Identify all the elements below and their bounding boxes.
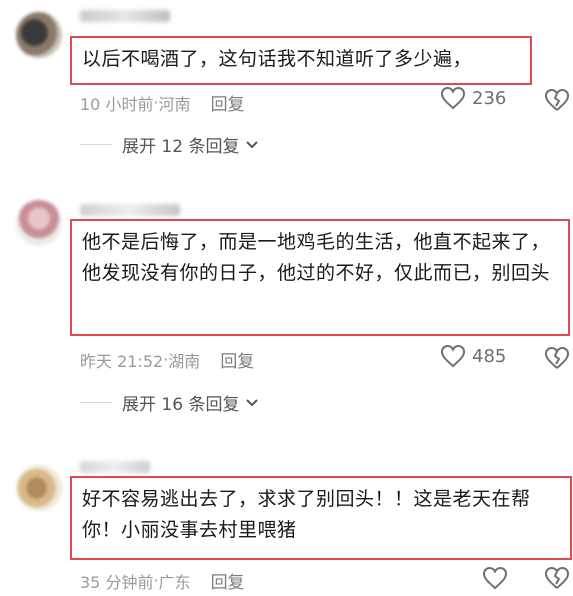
dislike-button[interactable] xyxy=(544,88,570,116)
comment-time: 昨天 21:52 xyxy=(80,351,164,371)
dislike-button[interactable] xyxy=(544,566,570,594)
like-button[interactable]: 236 xyxy=(440,86,506,110)
comment-time: 35 分钟前 xyxy=(80,572,154,592)
avatar[interactable] xyxy=(16,465,62,511)
like-button[interactable]: 485 xyxy=(440,344,506,368)
broken-heart-icon xyxy=(545,89,569,111)
like-button[interactable] xyxy=(482,566,508,590)
comment-location: 河南 xyxy=(158,94,191,114)
comment-meta: 10 小时前 · 河南 回复 xyxy=(80,90,245,115)
comment-text-content: 以后不喝酒了，这句话我不知道听了多少遍， xyxy=(82,48,473,70)
expand-replies-button[interactable]: 展开 12 条回复 xyxy=(80,132,259,157)
divider-line xyxy=(80,144,112,145)
dislike-button[interactable] xyxy=(544,346,570,374)
heart-outline-icon xyxy=(482,566,508,590)
comment-text: 以后不喝酒了，这句话我不知道听了多少遍， xyxy=(70,36,532,85)
comment-text: 好不容易逃出去了，求求了别回头！！这是老天在帮你！小丽没事去村里喂猪 xyxy=(70,476,572,560)
reply-button[interactable]: 回复 xyxy=(211,568,245,593)
avatar[interactable] xyxy=(16,12,62,58)
chevron-down-icon xyxy=(246,140,259,148)
expand-replies-label: 展开 16 条回复 xyxy=(122,395,240,415)
chevron-down-icon xyxy=(246,398,259,406)
expand-replies-label: 展开 12 条回复 xyxy=(122,137,240,157)
avatar[interactable] xyxy=(16,200,62,246)
reply-button[interactable]: 回复 xyxy=(211,90,245,115)
comment-meta: 昨天 21:52 · 湖南 回复 xyxy=(80,347,254,372)
username-blurred xyxy=(80,204,180,216)
divider-line xyxy=(80,402,112,403)
expand-replies-button[interactable]: 展开 16 条回复 xyxy=(80,390,259,415)
comment-meta: 35 分钟前 · 广东 回复 xyxy=(80,568,245,593)
comment-text: 他不是后悔了，而是一地鸡毛的生活，他直不起来了，他发现没有你的日子，他过的不好，… xyxy=(70,219,570,336)
like-count: 236 xyxy=(472,87,507,109)
broken-heart-icon xyxy=(545,347,569,369)
username-blurred xyxy=(80,461,150,473)
comment-location: 广东 xyxy=(158,572,191,592)
broken-heart-icon xyxy=(545,567,569,589)
comment-text-content: 好不容易逃出去了，求求了别回头！！这是老天在帮你！小丽没事去村里喂猪 xyxy=(82,488,531,541)
comment-text-content: 他不是后悔了，而是一地鸡毛的生活，他直不起来了，他发现没有你的日子，他过的不好，… xyxy=(82,231,551,284)
username-blurred xyxy=(80,10,170,22)
reply-button[interactable]: 回复 xyxy=(220,347,254,372)
heart-outline-icon xyxy=(440,344,466,368)
comment-location: 湖南 xyxy=(168,351,201,371)
heart-outline-icon xyxy=(440,86,466,110)
comment-time: 10 小时前 xyxy=(80,94,154,114)
like-count: 485 xyxy=(472,345,507,367)
